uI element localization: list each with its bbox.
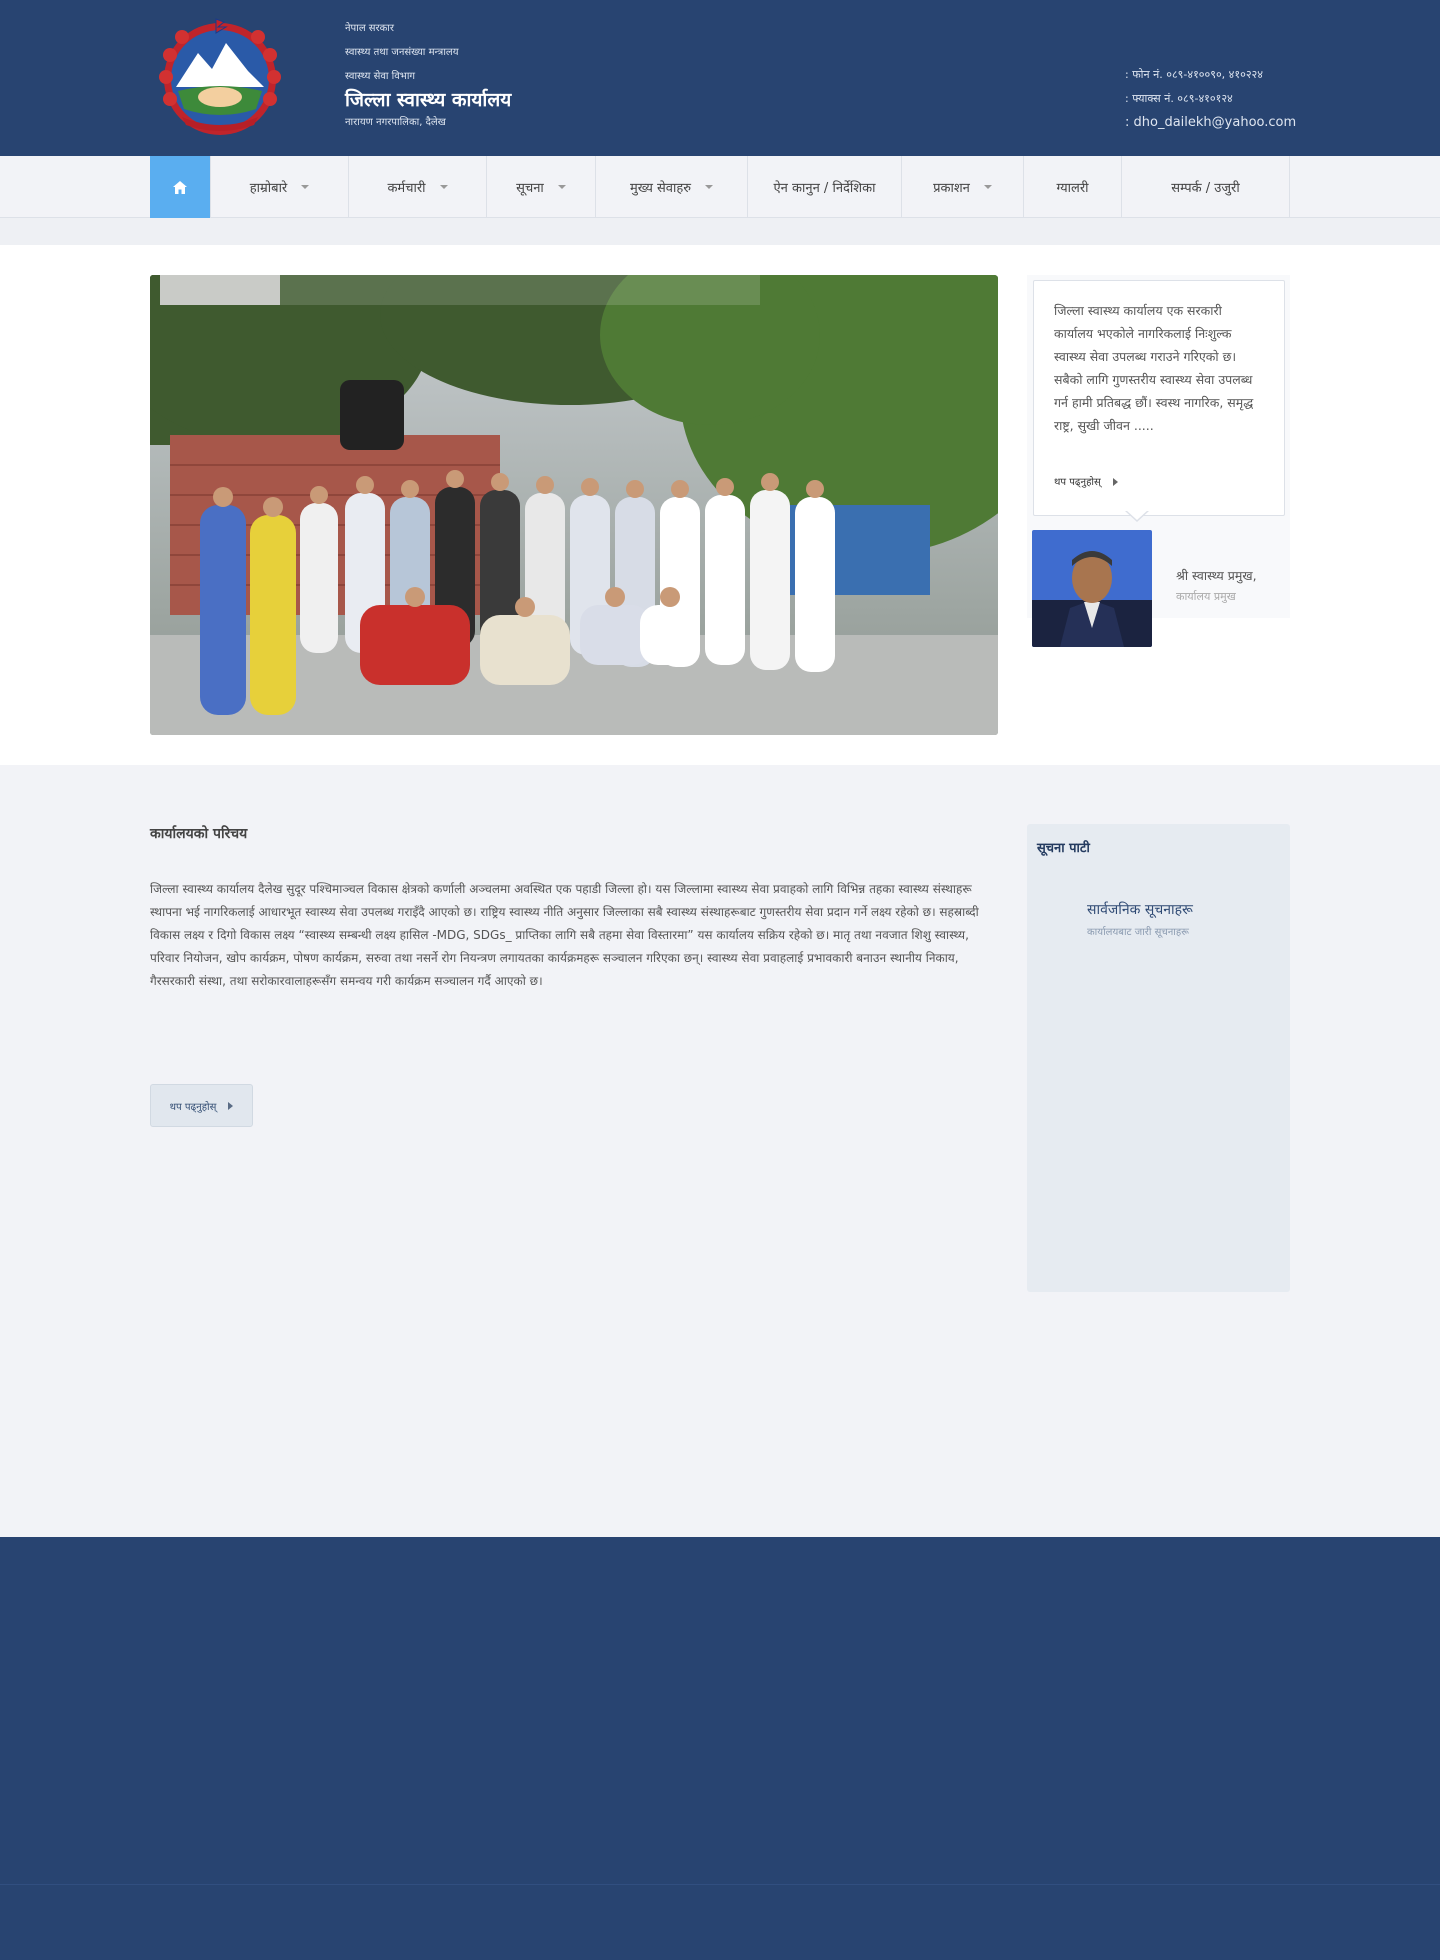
nav-item-contact-complaint[interactable]: सम्पर्क / उजुरी (1121, 156, 1289, 218)
nav-item-services[interactable]: मुख्य सेवाहरु (595, 156, 747, 218)
site-header: नेपाल सरकार स्वास्थ्य तथा जनसंख्या मन्त्… (0, 0, 1440, 156)
nav-item-about[interactable]: हाम्रोबारे (210, 156, 348, 218)
read-more-label: थप पढ्नुहोस् (169, 1101, 217, 1113)
message-card: जिल्ला स्वास्थ्य कार्यालय एक सरकारी कार्… (1027, 275, 1290, 647)
arrow-right-icon (1112, 478, 1118, 486)
message-bubble: जिल्ला स्वास्थ्य कार्यालय एक सरकारी कार्… (1033, 280, 1285, 516)
office-name: जिल्ला स्वास्थ्य कार्यालय (345, 89, 512, 111)
notice-board-panel: सूचना पाटी सार्वजनिक सूचनाहरू कार्यालयबा… (1027, 824, 1290, 1292)
notice-subtitle: कार्यालयबाट जारी सूचनाहरू (1087, 927, 1189, 938)
message-text: जिल्ला स्वास्थ्य कार्यालय एक सरकारी कार्… (1054, 303, 1254, 433)
office-address: नारायण नगरपालिका, दैलेख (345, 117, 446, 128)
header-line-government: नेपाल सरकार (345, 23, 394, 34)
nav-item-gallery[interactable]: ग्यालरी (1023, 156, 1121, 218)
nav-item-staff[interactable]: कर्मचारी (348, 156, 486, 218)
arrow-right-icon (228, 1101, 234, 1110)
email-address[interactable]: : dho_dailekh@yahoo.com (1125, 114, 1296, 138)
hero-section: जिल्ला स्वास्थ्य कार्यालय एक सरकारी कार्… (0, 245, 1440, 765)
nav-item-publications[interactable]: प्रकाशन (901, 156, 1023, 218)
chief-designation: कार्यालय प्रमुख (1176, 590, 1236, 603)
intro-read-more-button[interactable]: थप पढ्नुहोस् (150, 1084, 253, 1127)
nav-item-label: सूचना (516, 181, 544, 196)
nav-item-acts-guidelines[interactable]: ऐन कानुन / निर्देशिका (747, 156, 901, 218)
nav-item-label: मुख्य सेवाहरु (629, 181, 692, 196)
caret-down-icon (557, 185, 566, 189)
nav-divider-strip (0, 218, 1440, 245)
site-footer (0, 1537, 1440, 1885)
bubble-tail-inner (1126, 510, 1148, 520)
read-more-label: थप पढ्नुहोस् (1054, 477, 1101, 488)
caret-down-icon (439, 185, 448, 189)
main-navigation: हाम्रोबारे कर्मचारी सूचना मुख्य सेवाहरु … (0, 156, 1440, 218)
footer-bottom-bar (0, 1885, 1440, 1960)
office-heading: नेपाल सरकार स्वास्थ्य तथा जनसंख्या मन्त्… (345, 20, 511, 138)
nav-item-label: कर्मचारी (387, 181, 426, 196)
nav-item-label: ग्यालरी (1056, 181, 1089, 196)
nav-item-notice[interactable]: सूचना (486, 156, 595, 218)
fax-number: : फ्याक्स नं. ०८९-४१०१२४ (1125, 92, 1233, 105)
group-photo-slide[interactable] (150, 275, 998, 735)
nepal-emblem-logo[interactable] (152, 17, 288, 137)
nav-item-label: ऐन कानुन / निर्देशिका (773, 181, 876, 196)
phone-number: : फोन नं. ०८९-४१००९०, ४१०२२४ (1125, 68, 1263, 81)
intro-heading: कार्यालयको परिचय (150, 826, 248, 842)
nav-home-button[interactable] (150, 156, 210, 218)
caret-down-icon (983, 185, 992, 189)
home-icon (173, 180, 187, 194)
chief-portrait (1032, 530, 1152, 647)
nav-item-label: प्रकाशन (933, 181, 970, 196)
caret-down-icon (301, 185, 310, 189)
notice-link[interactable]: सार्वजनिक सूचनाहरू (1087, 900, 1193, 919)
message-read-more-link[interactable]: थप पढ्नुहोस् (1054, 474, 1118, 488)
caret-down-icon (705, 185, 714, 189)
contact-info: : फोन नं. ०८९-४१००९०, ४१०२२४ : फ्याक्स न… (1125, 66, 1296, 138)
chief-name: श्री स्वास्थ्य प्रमुख, (1176, 568, 1257, 583)
header-line-ministry: स्वास्थ्य तथा जनसंख्या मन्त्रालय (345, 47, 459, 58)
nav-item-label: हाम्रोबारे (249, 181, 288, 196)
nav-item-label: सम्पर्क / उजुरी (1171, 181, 1240, 196)
notice-board-title: सूचना पाटी (1037, 841, 1090, 856)
intro-paragraph: जिल्ला स्वास्थ्य कार्यालय दैलेख सुदूर पश… (150, 882, 979, 988)
